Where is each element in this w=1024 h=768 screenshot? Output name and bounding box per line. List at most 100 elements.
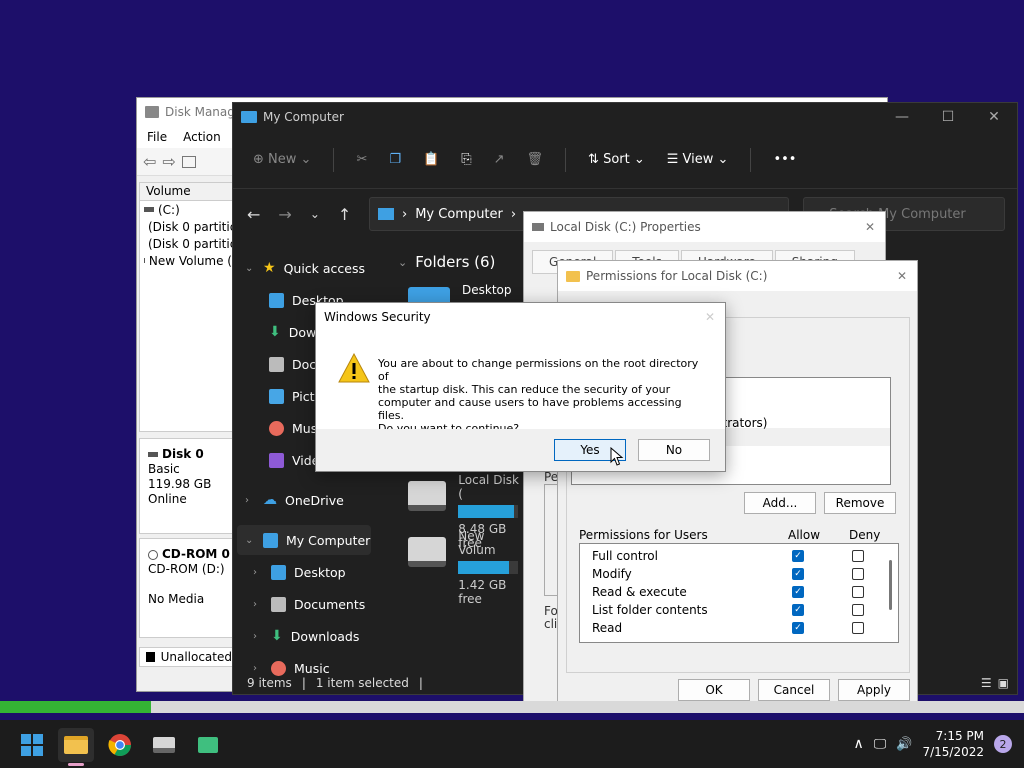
volume-row[interactable]: (C:) [140,201,232,218]
ok-button[interactable]: OK [678,679,750,701]
clock[interactable]: 7:15 PM 7/15/2022 [922,728,984,760]
remove-button[interactable]: Remove [824,492,896,514]
security-dialog[interactable]: Windows Security ✕ You are about to chan… [315,302,726,472]
close-button[interactable]: ✕ [971,103,1017,131]
up-arrow-icon[interactable]: ↑ [338,205,351,224]
cdrom-label: CD-ROM (D:) [148,562,225,576]
apply-button[interactable]: Apply [838,679,910,701]
separator [565,147,567,172]
details-view-icon[interactable]: ☰ [981,676,992,690]
volume-row[interactable]: (Disk 0 partitic [140,218,236,235]
drive-icon [532,223,544,231]
warning-icon [338,353,370,383]
delete-icon[interactable]: 🗑 [527,152,544,167]
network-icon[interactable]: 🖵 [874,737,887,752]
drive-icon [148,452,158,457]
properties-title: Local Disk (C:) Properties [550,220,701,234]
nav-my-computer[interactable]: ⌄ My Computer [237,525,371,555]
permissions-list[interactable]: Full control Modify Read & execute List … [579,543,899,643]
more-options-button[interactable]: ••• [773,152,796,167]
legend-unallocated: Unallocated [139,647,233,667]
maximize-button[interactable]: ☐ [925,103,971,131]
cdrom-media: No Media [148,592,205,606]
forward-arrow-icon[interactable]: ⇨ [162,152,175,171]
status-divider: | [301,676,306,690]
paste-icon[interactable]: 📋 [423,152,439,167]
volume-row[interactable]: (Disk 0 partitic [140,235,236,252]
disk0-size: 119.98 GB [148,477,212,491]
taskbar-chrome[interactable] [102,728,138,762]
deny-checkbox[interactable] [852,586,864,598]
close-icon[interactable]: ✕ [865,220,875,234]
disk0-name: Disk 0 [148,447,232,462]
taskbar-file-explorer[interactable] [58,728,94,766]
nav-qa-downloads[interactable]: ⬇ Dow [269,317,316,347]
permissions-titlebar[interactable]: Permissions for Local Disk (C:) ✕ [558,261,917,291]
volume-row[interactable]: New Volume ( [140,252,232,269]
cut-icon[interactable]: ✂ [356,152,367,167]
deny-checkbox[interactable] [852,604,864,616]
permission-row: Read [592,619,892,637]
status-divider: | [418,676,423,690]
nav-mc-documents[interactable]: › Documents [253,589,365,619]
minimize-button[interactable]: — [879,103,925,131]
forward-arrow-icon[interactable]: → [278,205,291,224]
nav-qa-music[interactable]: Musi [269,413,321,443]
close-icon[interactable]: ✕ [897,269,907,283]
volume-column-header[interactable]: Volume [140,183,232,201]
cancel-button[interactable]: Cancel [758,679,830,701]
nav-quick-access[interactable]: ⌄ ★ Quick access [245,253,365,283]
allow-checkbox[interactable]: ✓ [792,550,804,562]
nav-mc-downloads[interactable]: › ⬇ Downloads [253,621,359,651]
allow-checkbox[interactable]: ✓ [792,622,804,634]
chevron-down-icon[interactable]: ⌄ [310,207,320,221]
permission-name: Read & execute [592,585,687,599]
sort-button[interactable]: ⇅ Sort ⌄ [588,152,645,167]
rename-icon[interactable]: ⎘ [461,152,471,167]
view-button[interactable]: ☰ View ⌄ [667,152,729,167]
deny-checkbox[interactable] [852,568,864,580]
chevron-up-icon[interactable]: ∧ [853,736,863,752]
allow-checkbox[interactable]: ✓ [792,586,804,598]
dm-menu-file[interactable]: File [147,130,167,144]
notification-badge[interactable]: 2 [994,735,1012,753]
permissions-scrollbar[interactable] [889,560,892,610]
new-button[interactable]: ⊕ New ⌄ [253,152,311,167]
copy-icon[interactable]: ❐ [389,152,401,167]
dm-menu-action[interactable]: Action [183,130,221,144]
hard-drive-icon [408,537,447,567]
drive-usage-bar [458,505,519,518]
close-icon[interactable]: ✕ [705,310,715,324]
taskbar-disk-management[interactable] [146,728,182,762]
disk0-info[interactable]: Disk 0 Basic 119.98 GB Online [139,438,233,534]
no-button[interactable]: No [638,439,710,461]
nav-qa-videos[interactable]: Vide [269,445,319,475]
cdrom-info[interactable]: CD-ROM 0 CD-ROM (D:) No Media [139,538,233,638]
chevron-right-icon: › [253,598,257,610]
back-arrow-icon[interactable]: ⇦ [143,152,156,171]
nav-mc-desktop[interactable]: › Desktop [253,557,346,587]
allow-checkbox[interactable]: ✓ [792,604,804,616]
message-line: the startup disk. This can reduce the se… [378,383,671,396]
allow-checkbox[interactable]: ✓ [792,568,804,580]
add-button[interactable]: Add... [744,492,816,514]
nav-onedrive[interactable]: › ☁ OneDrive [245,485,344,515]
properties-icon[interactable] [181,155,196,168]
folders-section-header[interactable]: ⌄ Folders (6) [398,253,495,271]
tiles-view-icon[interactable]: ▣ [998,676,1009,690]
app-icon [198,737,218,753]
plus-icon: ⊕ [253,152,264,167]
start-button[interactable] [14,728,50,762]
properties-titlebar[interactable]: Local Disk (C:) Properties ✕ [524,212,885,242]
view-switcher: ☰ ▣ [981,676,1009,690]
back-arrow-icon[interactable]: ← [247,205,260,224]
deny-checkbox[interactable] [852,622,864,634]
share-icon[interactable]: ↗ [494,152,505,167]
security-dialog-titlebar[interactable]: Windows Security ✕ [316,303,725,331]
taskbar-app[interactable] [190,728,226,762]
drive-new-volume[interactable]: New Volum 1.42 GB free [408,529,524,606]
breadcrumb[interactable]: My Computer [415,207,503,222]
cdrom-name: CD-ROM 0 [148,547,232,562]
volume-icon[interactable]: 🔊 [896,737,912,752]
deny-checkbox[interactable] [852,550,864,562]
